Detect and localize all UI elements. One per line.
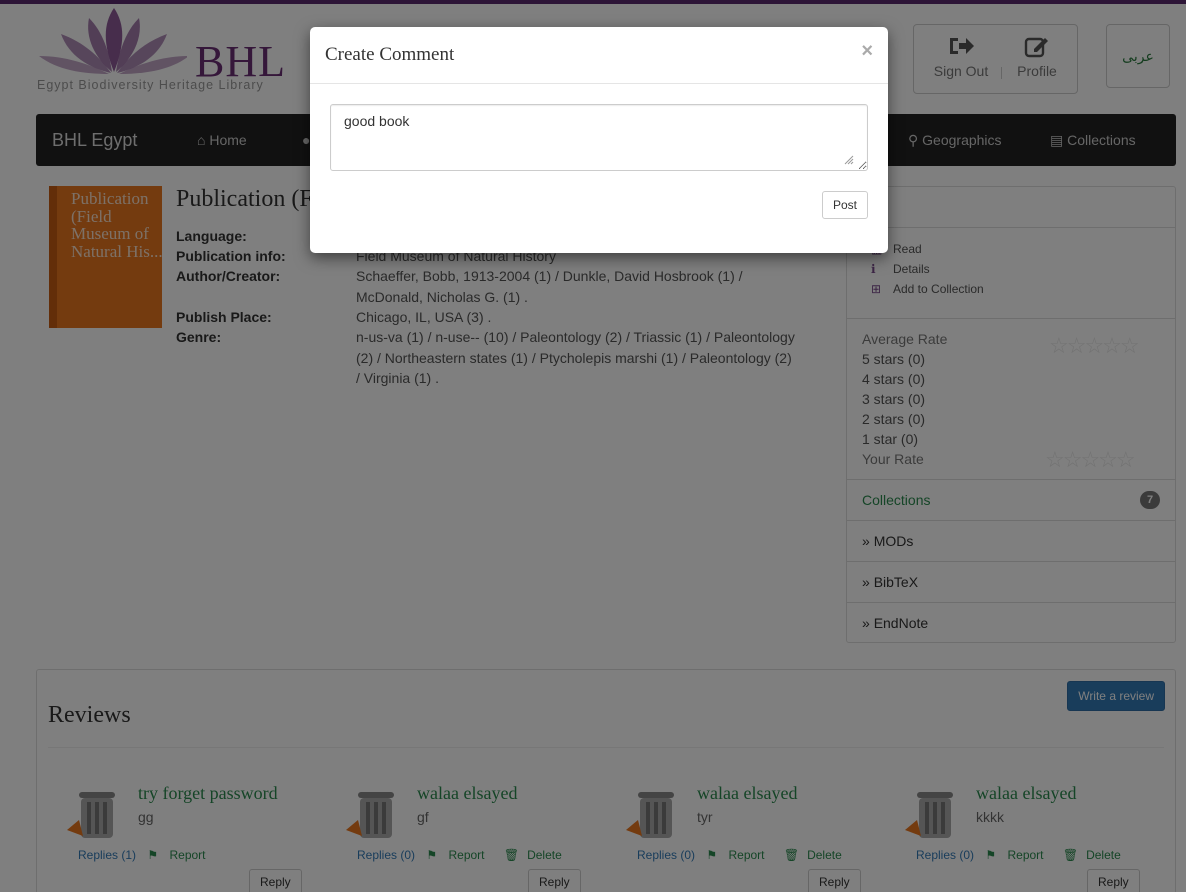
post-button[interactable]: Post <box>822 191 869 219</box>
modal-title: Create Comment <box>325 44 455 65</box>
create-comment-modal: Create Comment × good book Post <box>310 27 888 253</box>
comment-textarea[interactable]: good book <box>330 104 868 171</box>
close-icon[interactable]: × <box>861 41 873 61</box>
modal-header: Create Comment × <box>310 27 888 84</box>
resize-grip-icon[interactable] <box>844 155 854 165</box>
